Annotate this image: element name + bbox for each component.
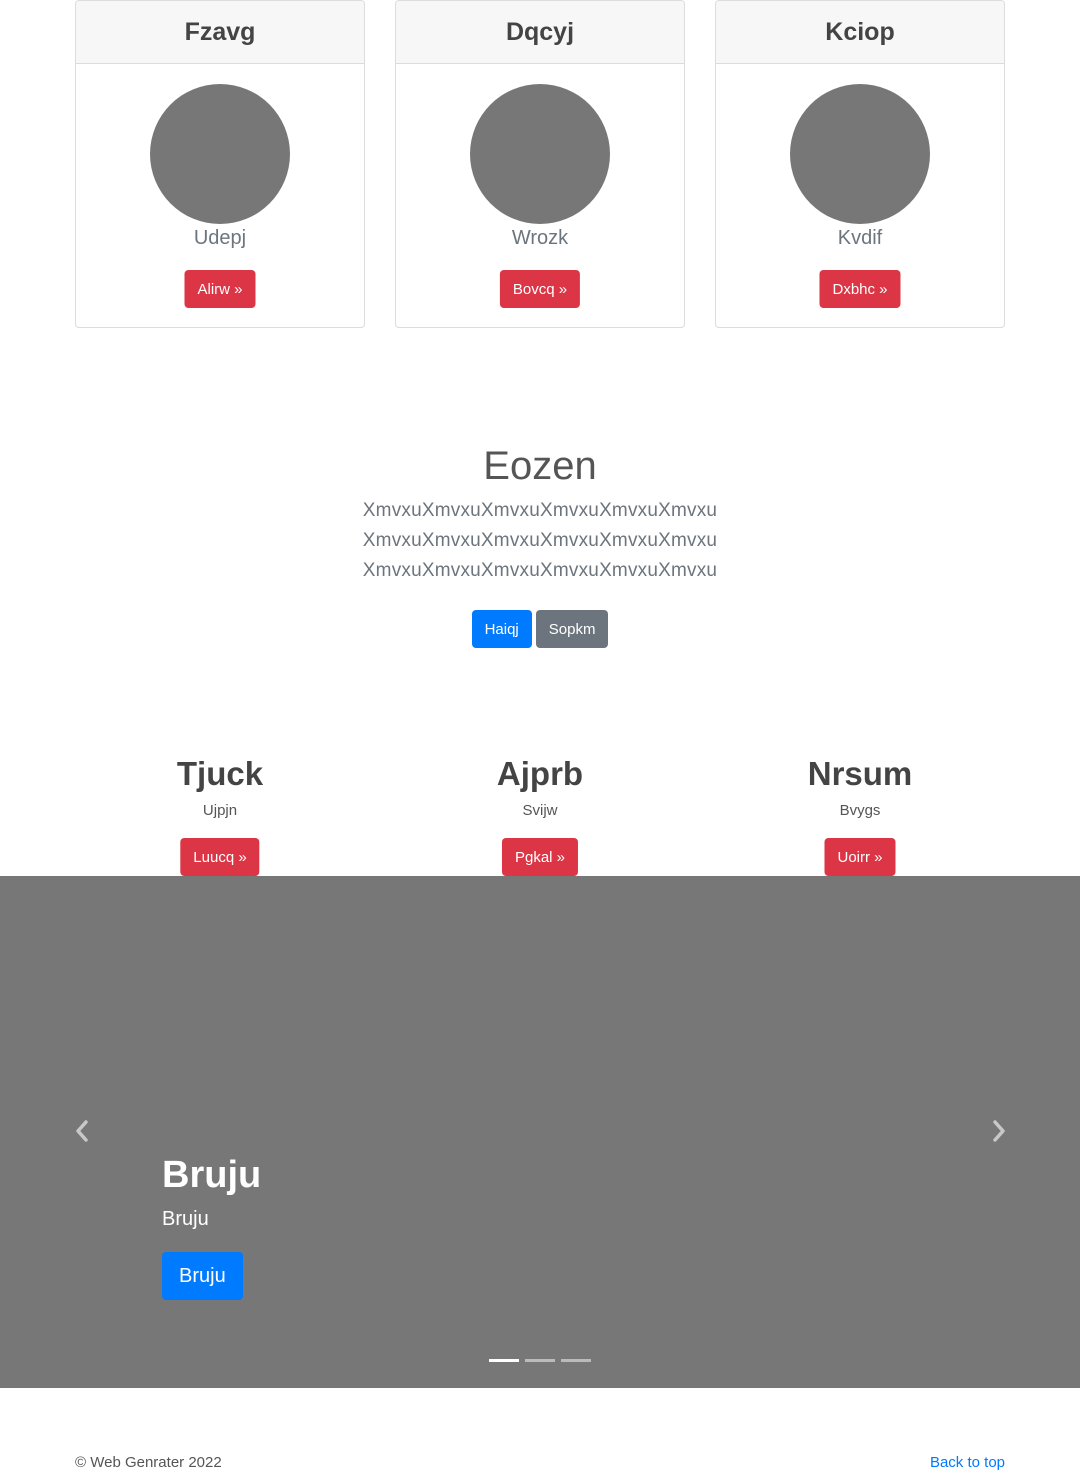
card: Kciop Kvdif Dxbhc » [715, 0, 1005, 328]
card-subtitle: Kvdif [837, 227, 883, 249]
caption-button[interactable]: Bruju [162, 1252, 243, 1300]
carousel-prev-button[interactable] [67, 1116, 97, 1146]
carousel-indicator[interactable] [489, 1359, 519, 1362]
column-text: Ujpjn [202, 802, 238, 819]
avatar-placeholder [470, 84, 610, 224]
card-button[interactable]: Bovcq » [499, 270, 581, 308]
hero-button-group: Haiqj Sopkm [0, 610, 1080, 648]
carousel-indicators [0, 1359, 1080, 1362]
feature-column: Tjuck Ujpjn Luucq » [75, 752, 365, 876]
carousel-next-button[interactable] [984, 1116, 1014, 1146]
card-title: Kciop [716, 1, 1004, 64]
card: Dqcyj Wrozk Bovcq » [395, 0, 685, 328]
carousel-indicator[interactable] [561, 1359, 591, 1362]
caption-text: Bruju [162, 1208, 209, 1230]
column-title: Tjuck [176, 755, 264, 792]
card-button[interactable]: Dxbhc » [819, 270, 901, 308]
column-button[interactable]: Pgkal » [501, 838, 579, 876]
hero-line: XmvxuXmvxuXmvxuXmvxuXmvxuXmvxu [362, 560, 718, 581]
card-button[interactable]: Alirw » [184, 270, 256, 308]
column-text: Bvygs [839, 802, 881, 819]
avatar-placeholder [790, 84, 930, 224]
chevron-left-icon [76, 1120, 88, 1142]
card-subtitle: Wrozk [511, 227, 569, 249]
footer: © Web Genrater 2022 Back to top [75, 1454, 1005, 1476]
feature-column: Nrsum Bvygs Uoirr » [715, 752, 1005, 876]
card-subtitle: Udepj [193, 227, 247, 249]
column-button[interactable]: Uoirr » [824, 838, 896, 876]
card-title: Fzavg [76, 1, 364, 64]
card-row: Fzavg Udepj Alirw » Dqcyj Wrozk Bovcq » … [75, 0, 1005, 328]
avatar-placeholder [150, 84, 290, 224]
hero-description: XmvxuXmvxuXmvxuXmvxuXmvxuXmvxu XmvxuXmvx… [0, 496, 1080, 586]
column-title: Ajprb [496, 755, 584, 792]
copyright-text: © Web Genrater 2022 [75, 1454, 222, 1471]
hero-line: XmvxuXmvxuXmvxuXmvxuXmvxuXmvxu [362, 500, 718, 521]
hero-title: Eozen [483, 444, 597, 488]
carousel: Bruju Bruju Bruju [0, 876, 1080, 1388]
card: Fzavg Udepj Alirw » [75, 0, 365, 328]
chevron-right-icon [993, 1120, 1005, 1142]
hero-primary-button[interactable]: Haiqj [471, 610, 532, 648]
card-title: Dqcyj [396, 1, 684, 64]
column-text: Svijw [522, 802, 558, 819]
hero-secondary-button[interactable]: Sopkm [535, 610, 609, 648]
column-title: Nrsum [807, 755, 913, 792]
back-to-top-link[interactable]: Back to top [930, 1454, 1005, 1471]
carousel-caption: Bruju Bruju Bruju [162, 1150, 261, 1300]
carousel-indicator[interactable] [525, 1359, 555, 1362]
hero-line: XmvxuXmvxuXmvxuXmvxuXmvxuXmvxu [362, 530, 718, 551]
hero-section: Eozen XmvxuXmvxuXmvxuXmvxuXmvxuXmvxu Xmv… [0, 440, 1080, 648]
feature-column: Ajprb Svijw Pgkal » [395, 752, 685, 876]
caption-title: Bruju [162, 1154, 262, 1196]
column-button[interactable]: Luucq » [180, 838, 260, 876]
